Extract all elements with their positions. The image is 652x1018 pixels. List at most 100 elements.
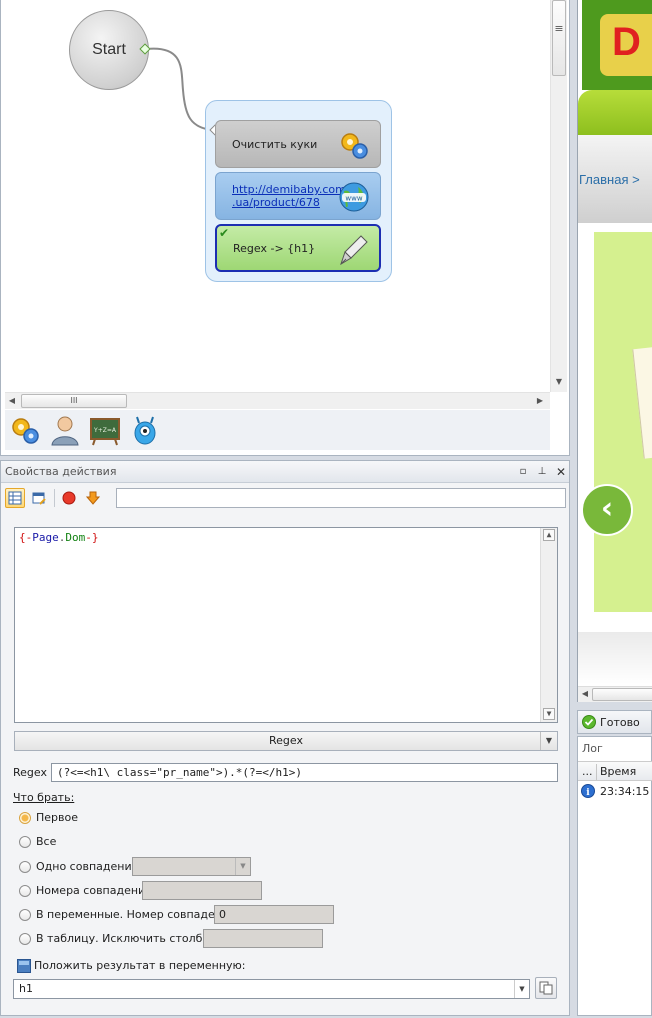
input-text-editor[interactable]: {-Page.Dom-} ▲ ▼ [14,527,558,723]
radio-one-match-label: Одно совпадение [36,860,139,873]
radio-all[interactable] [19,836,31,848]
url-link[interactable]: http://demibaby.com .ua/product/678 [232,183,346,209]
move-down-button[interactable] [83,488,103,508]
radio-to-vars[interactable] [19,909,31,921]
canvas-vertical-scrollbar[interactable]: ≡ ▼ [550,0,567,392]
radio-to-table[interactable] [19,933,31,945]
log-title: Лог [582,742,603,755]
log-header-row: ... Время [578,761,652,781]
window-edit-icon [32,492,46,505]
result-variable-select[interactable]: h1 ▼ [13,979,530,999]
svg-text:i: i [586,788,590,798]
gears-tool-icon[interactable] [9,414,41,446]
slider-prev-button[interactable]: ‹ [581,484,633,536]
radio-one-match[interactable] [19,861,31,873]
panel-title-bar: Свойства действия ▫ ⊥ ✕ [1,461,569,483]
radio-first[interactable] [19,812,31,824]
gears-icon [341,133,368,159]
horizontal-scroll-thumb[interactable]: III [21,394,127,408]
scroll-down-arrow-icon[interactable]: ▼ [543,708,555,720]
action-type-value: Regex [269,734,303,747]
url-line-2: .ua/product/678 [232,196,320,209]
form-view-button[interactable] [5,488,25,508]
action-block-clear-cookies[interactable]: Очистить куки [215,120,381,168]
scroll-left-arrow-icon[interactable]: ◀ [580,688,590,700]
match-numbers-input[interactable] [142,881,262,900]
success-check-icon [582,715,596,729]
code-property: Dom [65,531,86,544]
log-time: 23:34:15 [600,785,650,798]
radio-first-label: Первое [36,811,79,824]
radio-match-numbers[interactable] [19,885,31,897]
scroll-down-arrow-icon[interactable]: ▼ [553,376,565,388]
code-brace-close: -} [85,531,99,544]
log-row[interactable]: i 23:34:15 [578,783,652,801]
action-label: Regex -> {h1} [233,241,316,255]
chalkboard-tool-icon[interactable]: Y+Z=A [89,414,121,446]
column-divider [596,764,597,780]
svg-text:Y+Z=A: Y+Z=A [93,427,117,434]
url-line-1: http://demibaby.com [232,183,346,196]
radio-to-vars-label: В переменные. Номер совпадения [36,908,236,921]
vertical-scroll-thumb[interactable]: ≡ [552,0,566,76]
pen-nib-icon [340,235,368,266]
exclude-columns-input[interactable] [203,929,323,948]
check-icon: ✔ [219,226,230,240]
copy-button[interactable] [535,977,557,999]
log-panel: Лог ... Время i 23:34:15 [577,736,652,1016]
content-footer-shadow [578,632,652,684]
regex-label: Regex [13,766,47,779]
browser-horizontal-scrollbar[interactable]: ◀ [578,686,652,702]
stop-button[interactable] [59,488,79,508]
match-number-input[interactable]: 0 [214,905,334,924]
what-take-label: Что брать: [13,791,75,804]
action-palette: Y+Z=A [5,410,550,450]
action-properties-panel: Свойства действия ▫ ⊥ ✕ {-Page.Dom-} ▲ ▼… [0,460,570,1016]
radio-match-numbers-label: Номера совпадений [36,884,153,897]
close-icon[interactable]: ✕ [554,465,568,479]
one-match-select[interactable]: ▼ [132,857,251,876]
scroll-left-arrow-icon[interactable]: ◀ [7,395,17,407]
chevron-down-icon: ▼ [514,980,529,998]
info-icon: i [581,784,595,798]
start-label: Start [92,41,126,58]
site-nav-bar [578,90,652,135]
action-block-regex[interactable]: ✔ Regex -> {h1} [215,224,381,272]
edit-view-button[interactable] [29,488,49,508]
action-block-navigate-url[interactable]: http://demibaby.com .ua/product/678 www [215,172,381,220]
browser-view[interactable]: D Главная > ‹ ◀ [577,0,652,702]
panel-title: Свойства действия [5,465,117,478]
scroll-right-arrow-icon[interactable]: ▶ [535,395,545,407]
pin-icon[interactable]: ⊥ [535,465,549,479]
monster-tool-icon[interactable] [129,414,161,446]
user-tool-icon[interactable] [49,414,81,446]
chevron-down-icon[interactable]: ▼ [540,732,557,750]
variable-icon [17,959,31,973]
log-col-time[interactable]: Время [600,765,636,779]
action-label: Очистить куки [232,137,318,151]
editor-vertical-scrollbar[interactable]: ▲ ▼ [540,528,557,722]
project-canvas[interactable]: Start Очистить куки http://demibaby.com … [0,0,570,456]
restore-icon[interactable]: ▫ [516,465,530,479]
breadcrumb-home-link[interactable]: Главная > [579,172,640,187]
copy-icon [539,981,553,995]
globe-www-icon: www [339,182,369,212]
log-col-dots[interactable]: ... [582,765,593,779]
canvas-workspace[interactable]: Start Очистить куки http://demibaby.com … [5,0,550,392]
red-circle-icon [62,491,76,505]
toolbar-divider [54,489,55,507]
action-type-select[interactable]: Regex ▼ [14,731,558,751]
code-object: Page [32,531,59,544]
regex-input[interactable]: (?<=<h1\ class="pr_name">).*(?=</h1>) [51,763,558,782]
scroll-up-arrow-icon[interactable]: ▲ [543,529,555,541]
canvas-horizontal-scrollbar[interactable]: ◀ III ▶ [5,392,550,409]
save-result-label: Положить результат в переменную: [34,959,246,972]
status-bar: Готово [577,710,652,734]
radio-all-label: Все [36,835,57,848]
browser-scroll-thumb[interactable] [592,688,652,701]
svg-text:www: www [345,195,362,203]
site-logo: D [582,0,652,90]
action-comment-input[interactable] [116,488,566,508]
start-node[interactable]: Start [69,10,149,90]
status-text: Готово [600,716,640,729]
